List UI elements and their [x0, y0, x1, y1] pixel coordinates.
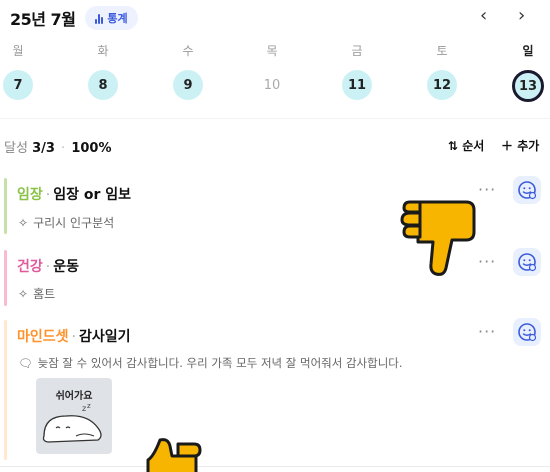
- habit-color-bar: [4, 250, 7, 306]
- day-fri[interactable]: 금 11: [340, 42, 374, 100]
- habit-detail-text: 홈트: [33, 287, 56, 301]
- progress-label: 달성: [4, 141, 28, 156]
- date-circle[interactable]: 9: [173, 70, 203, 100]
- habit-category: 마인드셋: [17, 329, 69, 345]
- habit-category: 임장: [17, 187, 43, 203]
- habit-detail-text: 늦잠 잘 수 있어서 감사합니다. 우리 가족 모두 저녁 잘 먹어줘서 감사합…: [37, 356, 403, 370]
- sparkle-icon: ✧: [18, 215, 29, 230]
- progress-percent: 100%: [71, 141, 112, 156]
- habit-detail-text: 구리시 인구분석: [33, 216, 115, 230]
- sparkle-icon: ✧: [18, 286, 29, 301]
- date-circle-today[interactable]: 13: [512, 70, 544, 102]
- divider: [0, 466, 550, 467]
- smile-icon: [518, 253, 537, 272]
- header: 25년 7월 통계: [10, 6, 138, 30]
- date-circle[interactable]: 11: [342, 70, 372, 100]
- chevron-right-icon[interactable]: ›: [518, 6, 525, 26]
- habit-title: 임장 · 임장 or 임보: [17, 187, 132, 203]
- date-circle[interactable]: 10: [257, 70, 287, 100]
- weekday-label: 수: [182, 44, 194, 58]
- habit-detail: ✧ 홈트: [18, 285, 55, 302]
- stats-label: 통계: [107, 12, 128, 25]
- date-circle[interactable]: 7: [3, 70, 33, 100]
- mood-check-button[interactable]: [513, 248, 541, 276]
- mood-check-button[interactable]: [513, 176, 541, 204]
- chevron-left-icon[interactable]: ‹: [480, 6, 487, 26]
- stats-button[interactable]: 통계: [85, 6, 138, 30]
- smile-icon: [518, 181, 537, 200]
- day-wed[interactable]: 수 9: [171, 42, 205, 100]
- note-icon: 🗨: [18, 356, 33, 370]
- habit-color-bar: [4, 320, 7, 460]
- weekday-label: 토: [436, 44, 448, 58]
- sleeping-character-icon: z z: [42, 402, 102, 443]
- habit-color-bar: [4, 178, 7, 234]
- habit-name: 감사일기: [78, 329, 131, 345]
- sticker-image[interactable]: 쉬어가요 z z: [36, 378, 112, 454]
- date-circle[interactable]: 12: [427, 70, 457, 100]
- week-row: 월 7 화 8 수 9 목 10 금 11 토 12 일 13: [0, 42, 550, 106]
- svg-text:z: z: [82, 404, 86, 413]
- habit-name: 임장 or 임보: [53, 187, 132, 203]
- habit-name: 운동: [53, 259, 79, 275]
- divider: [0, 118, 550, 119]
- weekday-label: 월: [12, 44, 24, 58]
- more-icon[interactable]: ···: [478, 252, 496, 271]
- more-icon[interactable]: ···: [478, 180, 496, 199]
- svg-text:z: z: [87, 402, 91, 410]
- smile-icon: [518, 323, 537, 342]
- progress-summary: 달성 3/3 · 100%: [4, 137, 112, 156]
- thumbs-down-icon: [400, 200, 476, 276]
- plus-icon: ＋: [501, 139, 514, 153]
- month-title: 25년 7월: [10, 10, 76, 29]
- add-label: 추가: [517, 139, 540, 153]
- weekday-label: 목: [266, 44, 278, 58]
- day-tue[interactable]: 화 8: [86, 42, 120, 100]
- habit-detail: ✧ 구리시 인구분석: [18, 214, 114, 231]
- bar-chart-icon: [95, 13, 104, 24]
- habit-title: 건강 · 운동: [17, 259, 79, 275]
- habit-detail: 🗨 늦잠 잘 수 있어서 감사합니다. 우리 가족 모두 저녁 잘 먹어줘서 감…: [18, 355, 403, 371]
- day-thu[interactable]: 목 10: [255, 42, 289, 100]
- habit-title: 마인드셋 · 감사일기: [17, 329, 131, 345]
- thumbs-up-icon: [146, 438, 202, 472]
- more-icon[interactable]: ···: [478, 322, 496, 341]
- weekday-label: 금: [351, 44, 363, 58]
- sort-icon: ⇅: [448, 139, 459, 153]
- weekday-label: 일: [522, 44, 534, 58]
- day-mon[interactable]: 월 7: [1, 42, 35, 100]
- date-circle[interactable]: 8: [88, 70, 118, 100]
- day-sat[interactable]: 토 12: [425, 42, 459, 100]
- add-button[interactable]: ＋ 추가: [501, 137, 539, 154]
- habit-category: 건강: [17, 259, 43, 275]
- day-sun[interactable]: 일 13: [511, 42, 545, 102]
- order-label: 순서: [462, 139, 485, 153]
- mood-check-button[interactable]: [513, 318, 541, 346]
- order-button[interactable]: ⇅ 순서: [448, 137, 484, 154]
- progress-count: 3/3: [32, 141, 55, 156]
- weekday-label: 화: [97, 44, 109, 58]
- separator-dot: ·: [61, 141, 66, 156]
